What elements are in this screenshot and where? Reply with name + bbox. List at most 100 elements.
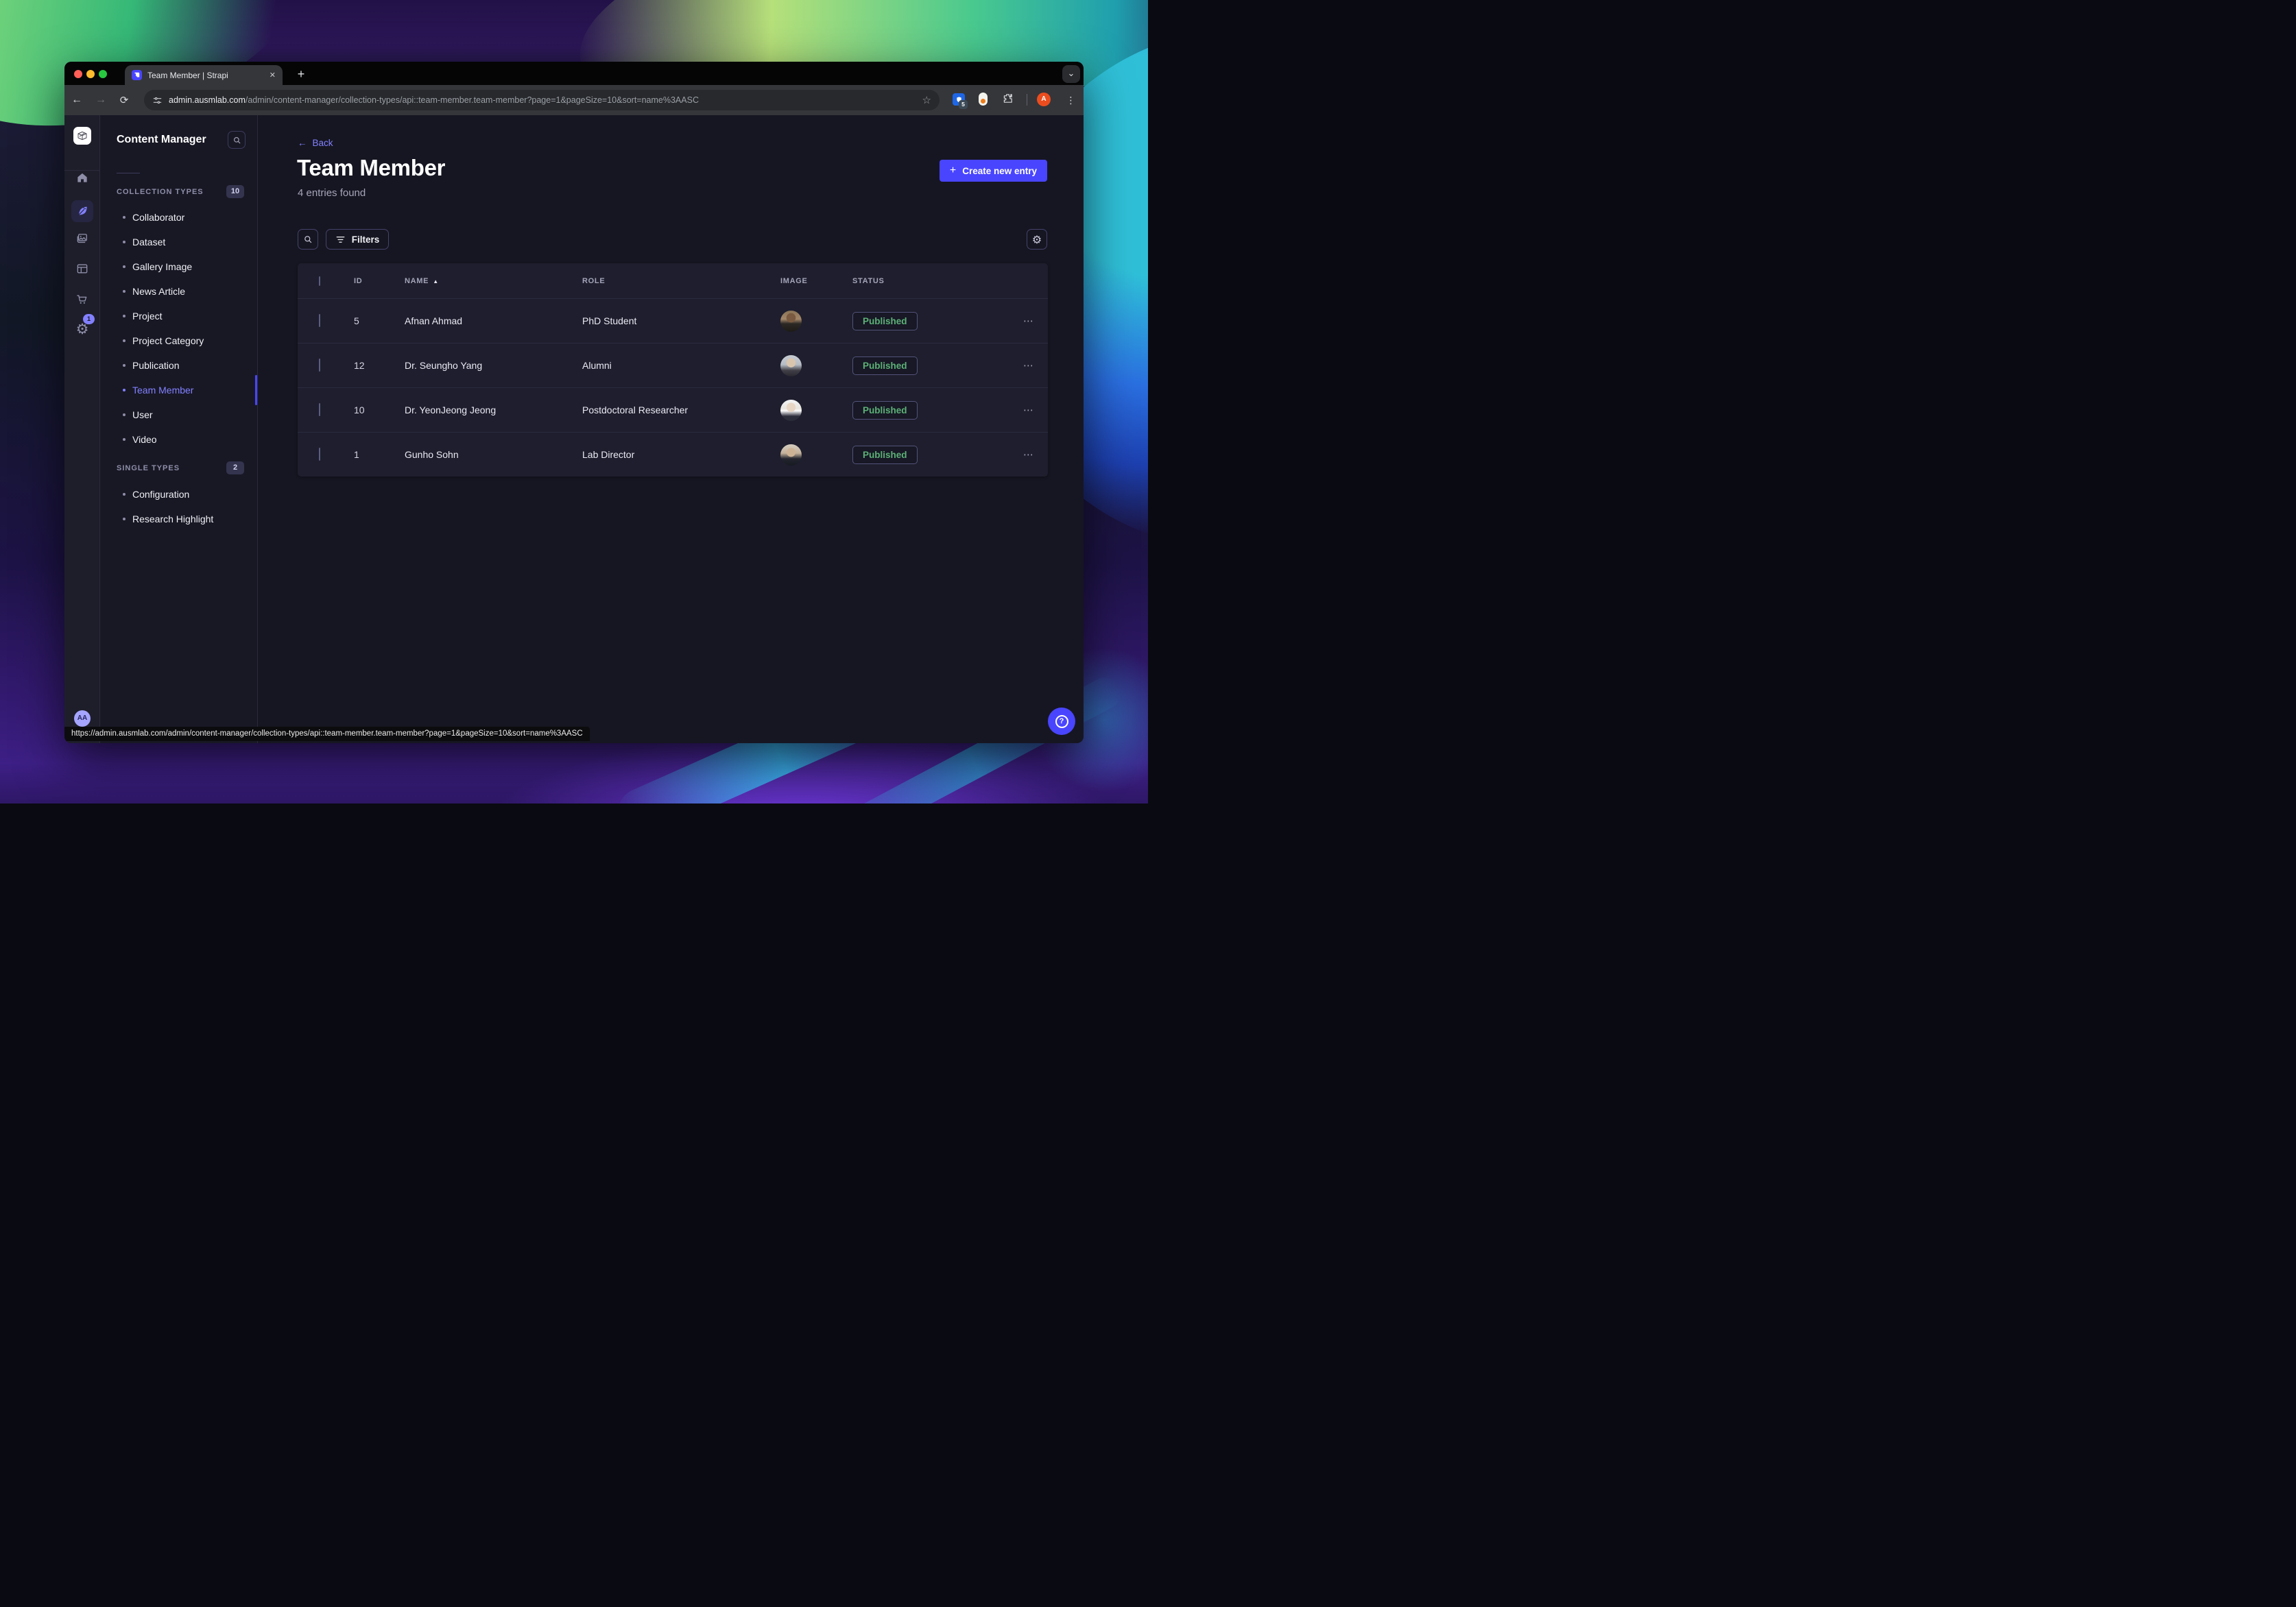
content-type-builder-icon[interactable] [71,258,93,280]
cell-role: Lab Director [582,449,635,460]
col-id[interactable]: ID [354,277,405,285]
link-preview-status-bar: https://admin.ausmlab.com/admin/content-… [64,727,590,741]
view-settings-button[interactable]: ⚙ [1027,229,1047,250]
row-actions-icon[interactable]: ⋯ [991,448,1034,461]
collection-types-header: COLLECTION TYPES [117,188,204,196]
table-row[interactable]: 1 Gunho Sohn Lab Director Published ⋯ [298,432,1048,476]
sidebar-search-button[interactable] [228,131,246,149]
sort-asc-icon: ▲ [433,278,439,285]
sidebar-item-dataset[interactable]: Dataset [100,230,257,254]
sidebar-item-gallery-image[interactable]: Gallery Image [100,254,257,279]
filters-button[interactable]: Filters [326,229,389,250]
media-library-icon[interactable] [71,228,93,250]
sidebar-title: Content Manager [117,134,206,145]
table-header-row: ID NAME ▲ ROLE IMAGE STATUS [298,263,1048,298]
search-button[interactable] [298,229,318,250]
sidebar-item-collaborator[interactable]: Collaborator [100,205,257,230]
member-photo [780,444,802,466]
col-role[interactable]: ROLE [582,277,780,285]
bullet-icon [123,315,125,317]
single-types-list: Configuration Research Highlight [100,482,257,531]
table-row[interactable]: 5 Afnan Ahmad PhD Student Published ⋯ [298,298,1048,343]
zoom-window-button[interactable] [99,70,107,78]
minimize-window-button[interactable] [86,70,95,78]
browser-window: Team Member | Strapi ✕ + ⌄ ← → ⟳ admin.a… [64,62,1084,743]
url-text: admin.ausmlab.com/admin/content-manager/… [169,95,699,105]
extensions-puzzle-icon[interactable] [1002,93,1014,104]
sidebar-item-news-article[interactable]: News Article [100,279,257,304]
back-arrow-icon: ← [298,138,307,148]
member-photo [780,399,802,421]
site-settings-icon[interactable] [152,95,163,106]
extension-icon[interactable] [979,93,988,106]
bullet-icon [123,265,125,268]
bullet-icon [123,438,125,441]
home-icon[interactable] [71,167,93,189]
marketplace-cart-icon[interactable] [71,289,93,311]
user-avatar[interactable]: AA [74,710,91,727]
bullet-icon [123,290,125,293]
bookmark-star-icon[interactable]: ☆ [922,94,931,106]
sidebar-item-video[interactable]: Video [100,427,257,452]
row-checkbox[interactable] [319,403,320,416]
close-window-button[interactable] [74,70,82,78]
cell-role: Postdoctoral Researcher [582,404,689,415]
cell-name: Dr. Seungho Yang [405,360,483,371]
col-name[interactable]: NAME ▲ [405,277,582,285]
filter-lines-icon [336,236,345,243]
back-link[interactable]: ← Back [298,138,333,148]
desktop: Team Member | Strapi ✕ + ⌄ ← → ⟳ admin.a… [0,0,1148,804]
browser-tab[interactable]: Team Member | Strapi ✕ [125,65,283,85]
help-button[interactable]: ? [1048,708,1075,735]
member-photo [780,354,802,376]
new-tab-button[interactable]: + [291,65,311,84]
workspace-logo-icon[interactable] [73,127,91,145]
create-new-entry-button[interactable]: + Create new entry [940,160,1047,182]
sidebar-item-research-highlight[interactable]: Research Highlight [100,507,257,531]
sidebar-item-user[interactable]: User [100,402,257,427]
cell-role: PhD Student [582,315,637,326]
tab-close-icon[interactable]: ✕ [270,71,276,80]
bullet-icon [123,413,125,416]
sidebar-item-publication[interactable]: Publication [100,353,257,378]
settings-notification-badge: 1 [83,314,95,324]
row-checkbox[interactable] [319,448,320,461]
cell-name: Dr. YeonJeong Jeong [405,404,497,415]
strapi-admin: ⚙ 1 AA Content Manager COLLECTION TYPES … [64,115,1084,743]
browser-profile-avatar[interactable]: A [1037,93,1051,106]
bullet-icon [123,339,125,342]
col-status: STATUS [852,276,885,285]
cell-id: 10 [354,404,365,415]
reload-icon[interactable]: ⟳ [115,90,134,110]
table-row[interactable]: 12 Dr. Seungho Yang Alumni Published ⋯ [298,343,1048,387]
row-actions-icon[interactable]: ⋯ [991,404,1034,416]
select-all-checkbox[interactable] [319,276,320,286]
bullet-icon [123,518,125,520]
collection-types-list: Collaborator Dataset Gallery Image News … [100,205,257,452]
row-actions-icon[interactable]: ⋯ [991,315,1034,327]
single-types-header: SINGLE TYPES [117,464,180,472]
tab-title: Team Member | Strapi [147,70,228,80]
browser-menu-icon[interactable]: ⋮ [1062,90,1080,110]
page-title: Team Member [297,155,446,180]
sidebar-item-project[interactable]: Project [100,304,257,328]
row-checkbox[interactable] [319,359,320,372]
member-photo [780,310,802,332]
sidebar-item-team-member[interactable]: Team Member [100,375,257,405]
bullet-icon [123,216,125,219]
table-row[interactable]: 10 Dr. YeonJeong Jeong Postdoctoral Rese… [298,387,1048,432]
sidebar-item-project-category[interactable]: Project Category [100,328,257,353]
extension-badge: 5 [959,100,968,109]
back-icon[interactable]: ← [67,90,86,110]
row-actions-icon[interactable]: ⋯ [991,359,1034,372]
row-checkbox[interactable] [319,314,320,327]
plus-icon: + [949,165,957,176]
sidebar-item-configuration[interactable]: Configuration [100,482,257,507]
cell-id: 1 [354,449,359,460]
tab-search-chevron-icon[interactable]: ⌄ [1062,65,1080,83]
cell-name: Afnan Ahmad [405,315,463,326]
content-manager-feather-icon[interactable] [71,200,93,222]
active-indicator [255,375,257,405]
address-bar[interactable]: admin.ausmlab.com/admin/content-manager/… [144,90,940,110]
entries-count: 4 entries found [298,187,366,199]
